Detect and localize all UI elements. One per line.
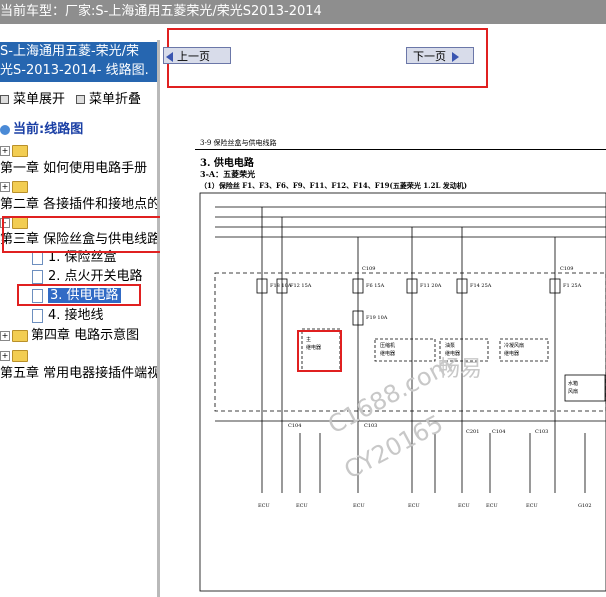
menu-expand-label: 菜单展开 [13,92,66,107]
menu-expand-button[interactable]: 菜单展开 [0,88,65,107]
expand-icon [0,95,9,104]
menu-collapse-button[interactable]: 菜单折叠 [76,88,141,107]
tree-item-chapter5[interactable]: 第五章 常用电器接插件端视 [0,364,160,384]
arrow-left-icon [166,52,173,62]
document-icon [32,308,43,323]
wiring-diagram-page: 3-9 保险丝盒与供电线路 3. 供电电路 3-A：五菱荣光 （1）保险丝 F1… [190,133,606,597]
tree-toggle-5[interactable]: + [0,346,31,366]
tree-item-chapter1[interactable]: 第一章 如何使用电路手册 [0,159,147,179]
fuse-label-f14: F14 25A [470,283,492,289]
fuse-label-f19: F19 10A [366,315,388,321]
menu-collapse-label: 菜单折叠 [89,92,142,107]
highlight-box-power-supply [17,284,141,306]
terminal-label: ECU [258,503,270,509]
relay-label: 风扇 [568,388,578,395]
prev-page-button[interactable]: 上一页 [163,47,231,64]
tree-root-current[interactable]: 当前:线路图 [0,120,83,140]
terminal-label: ECU [526,503,538,509]
folder-icon [12,144,28,157]
connector-label: C201 [466,429,479,435]
tree-item-label: 2. 点火开关电路 [48,269,143,284]
collapse-icon [76,95,85,104]
circuit-diagram: F18 10A F12 15A F6 15A F19 10A F11 20A F… [199,192,606,592]
arrow-right-icon [452,52,459,62]
relay-label: 继电器 [504,350,519,357]
terminal-label: ECU [353,503,365,509]
fuse-label-f12: F12 15A [290,283,312,289]
tree-item-label: 第四章 电路示意图 [31,328,140,343]
sidebar-header-line1: S-上海通用五菱-荣光/荣 [0,44,140,59]
relay-label: 继电器 [380,350,395,357]
tree-item-ground[interactable]: 4. 接地线 [32,306,104,326]
relay-label: 水箱 [568,380,578,387]
fuse-label-f18: F18 10A [270,283,292,289]
document-icon [32,269,43,284]
tree-item-label: 4. 接地线 [48,308,104,323]
terminal-label: ECU [296,503,308,509]
sidebar-header-line2: 光S-2013-2014- 线路图. [0,63,149,78]
tree-item-label: 第五章 常用电器接插件端视 [0,366,160,381]
tree-item-label: 第二章 各接插件和接地点的 [0,197,160,212]
globe-icon [0,124,10,135]
expand-plus-icon[interactable]: + [0,330,10,341]
terminal-label: ECU [408,503,420,509]
current-label: 当前:线路图 [13,122,84,137]
highlight-box-main-relay [297,330,342,372]
tree-item-chapter4[interactable]: + 第四章 电路示意图 [0,326,139,346]
sidebar-header: S-上海通用五菱-荣光/荣 光S-2013-2014- 线路图. [0,42,157,82]
folder-icon [12,180,28,193]
relay-label: 油泵 [445,342,455,349]
terminal-label: ECU [458,503,470,509]
tree-item-label: 第一章 如何使用电路手册 [0,161,148,176]
terminal-label: ECU [486,503,498,509]
title-bar: 当前车型：厂家:S-上海通用五菱荣光/荣光S2013-2014 [0,0,606,24]
prev-page-label: 上一页 [177,50,210,63]
relay-label: 冷凝风扇 [504,342,524,349]
tree-toggle-2[interactable]: + [0,177,31,197]
expand-plus-icon[interactable]: + [0,181,10,192]
relay-label: 压缩机 [380,342,395,349]
fuse-label-f6: F6 15A [366,283,385,289]
connector-label: C103 [364,423,377,429]
connector-label: C103 [535,429,548,435]
expand-plus-icon[interactable]: + [0,145,10,156]
terminal-label: G102 [578,503,592,509]
folder-icon [12,349,28,362]
fuse-label-f1: F1 25A [563,283,582,289]
fuse-label-f11: F11 20A [420,283,442,289]
sidebar: S-上海通用五菱-荣光/荣 光S-2013-2014- 线路图. 菜单展开 菜单… [0,40,160,597]
connector-label: C104 [492,429,505,435]
model-value: 厂家:S-上海通用五菱荣光/荣光S2013-2014 [65,4,322,19]
model-label: 当前车型： [0,4,66,19]
tree-toggle-1[interactable]: + [0,141,31,161]
connector-label: C104 [288,423,301,429]
connector-label: C109 [362,266,375,272]
tree-item-chapter2[interactable]: 第二章 各接插件和接地点的 [0,195,160,215]
next-page-button[interactable]: 下一页 [406,47,474,64]
folder-icon [12,329,28,342]
expand-plus-icon[interactable]: + [0,350,10,361]
highlight-box-chapter3 [2,216,167,253]
next-page-label: 下一页 [413,50,446,63]
connector-label: C109 [560,266,573,272]
